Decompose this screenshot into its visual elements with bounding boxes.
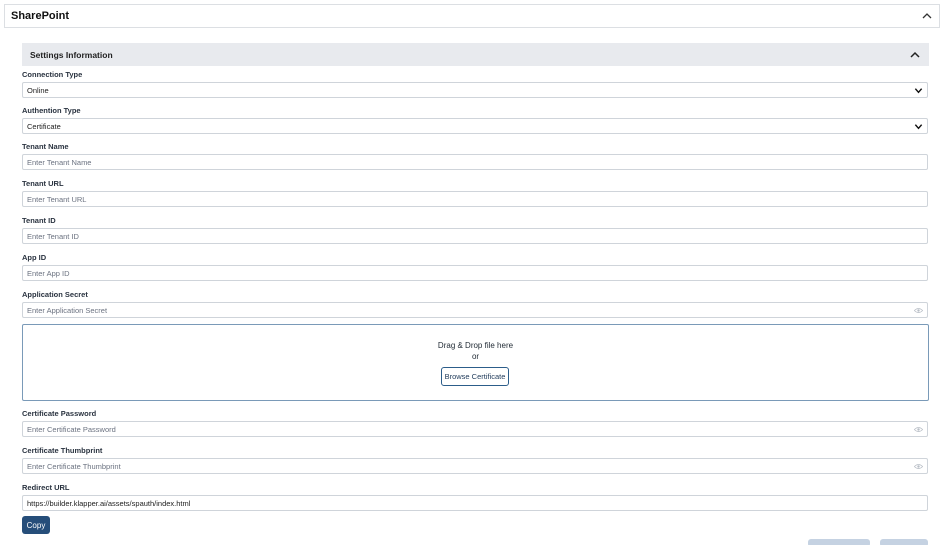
panel-title: SharePoint: [11, 10, 70, 22]
certificate-thumbprint-placeholder: Enter Certificate Thumbprint: [27, 461, 121, 471]
tenant-id-placeholder: Enter Tenant ID: [27, 231, 79, 241]
sharepoint-panel-header[interactable]: SharePoint: [4, 4, 940, 28]
certificate-password-input[interactable]: Enter Certificate Password: [22, 421, 928, 437]
authentication-type-value: Certificate: [27, 121, 61, 131]
certificate-thumbprint-label: Certificate Thumbprint: [22, 446, 103, 455]
chevron-down-icon: [914, 86, 923, 95]
tenant-name-input[interactable]: Enter Tenant Name: [22, 154, 928, 170]
settings-information-header[interactable]: Settings Information: [22, 43, 929, 66]
certificate-password-placeholder: Enter Certificate Password: [27, 424, 116, 434]
certificate-dropzone[interactable]: Drag & Drop file here or Browse Certific…: [22, 324, 929, 401]
app-id-placeholder: Enter App ID: [27, 268, 70, 278]
chevron-down-icon: [914, 122, 923, 131]
copy-button[interactable]: Copy: [22, 516, 50, 534]
dropzone-or: or: [471, 352, 480, 361]
app-id-label: App ID: [22, 253, 47, 262]
footer-button-disabled[interactable]: [808, 539, 870, 545]
section-title: Settings Information: [30, 49, 113, 60]
connection-type-label: Connection Type: [22, 70, 83, 79]
redirect-url-label: Redirect URL: [22, 483, 70, 492]
eye-icon[interactable]: [914, 426, 923, 433]
tenant-url-input[interactable]: Enter Tenant URL: [22, 191, 928, 207]
tenant-url-label: Tenant URL: [22, 179, 64, 188]
dropzone-instruction: Drag & Drop file here: [437, 341, 514, 350]
certificate-password-label: Certificate Password: [22, 409, 97, 418]
certificate-thumbprint-input[interactable]: Enter Certificate Thumbprint: [22, 458, 928, 474]
connection-type-value: Online: [27, 85, 49, 95]
footer-button-disabled[interactable]: [880, 539, 928, 545]
application-secret-input[interactable]: Enter Application Secret: [22, 302, 928, 318]
tenant-name-placeholder: Enter Tenant Name: [27, 157, 92, 167]
tenant-id-label: Tenant ID: [22, 216, 56, 225]
eye-icon[interactable]: [914, 463, 923, 470]
tenant-name-label: Tenant Name: [22, 142, 69, 151]
authentication-type-label: Authention Type: [22, 106, 81, 115]
eye-icon[interactable]: [914, 307, 923, 314]
chevron-up-icon[interactable]: [909, 49, 921, 61]
connection-type-select[interactable]: Online: [22, 82, 928, 98]
redirect-url-value: https://builder.klapper.ai/assets/spauth…: [27, 498, 191, 508]
authentication-type-select[interactable]: Certificate: [22, 118, 928, 134]
tenant-id-input[interactable]: Enter Tenant ID: [22, 228, 928, 244]
chevron-up-icon[interactable]: [921, 10, 933, 22]
application-secret-label: Application Secret: [22, 290, 88, 299]
browse-certificate-button[interactable]: Browse Certificate: [441, 367, 509, 386]
application-secret-placeholder: Enter Application Secret: [27, 305, 108, 315]
tenant-url-placeholder: Enter Tenant URL: [27, 194, 87, 204]
redirect-url-input[interactable]: https://builder.klapper.ai/assets/spauth…: [22, 495, 928, 511]
app-id-input[interactable]: Enter App ID: [22, 265, 928, 281]
